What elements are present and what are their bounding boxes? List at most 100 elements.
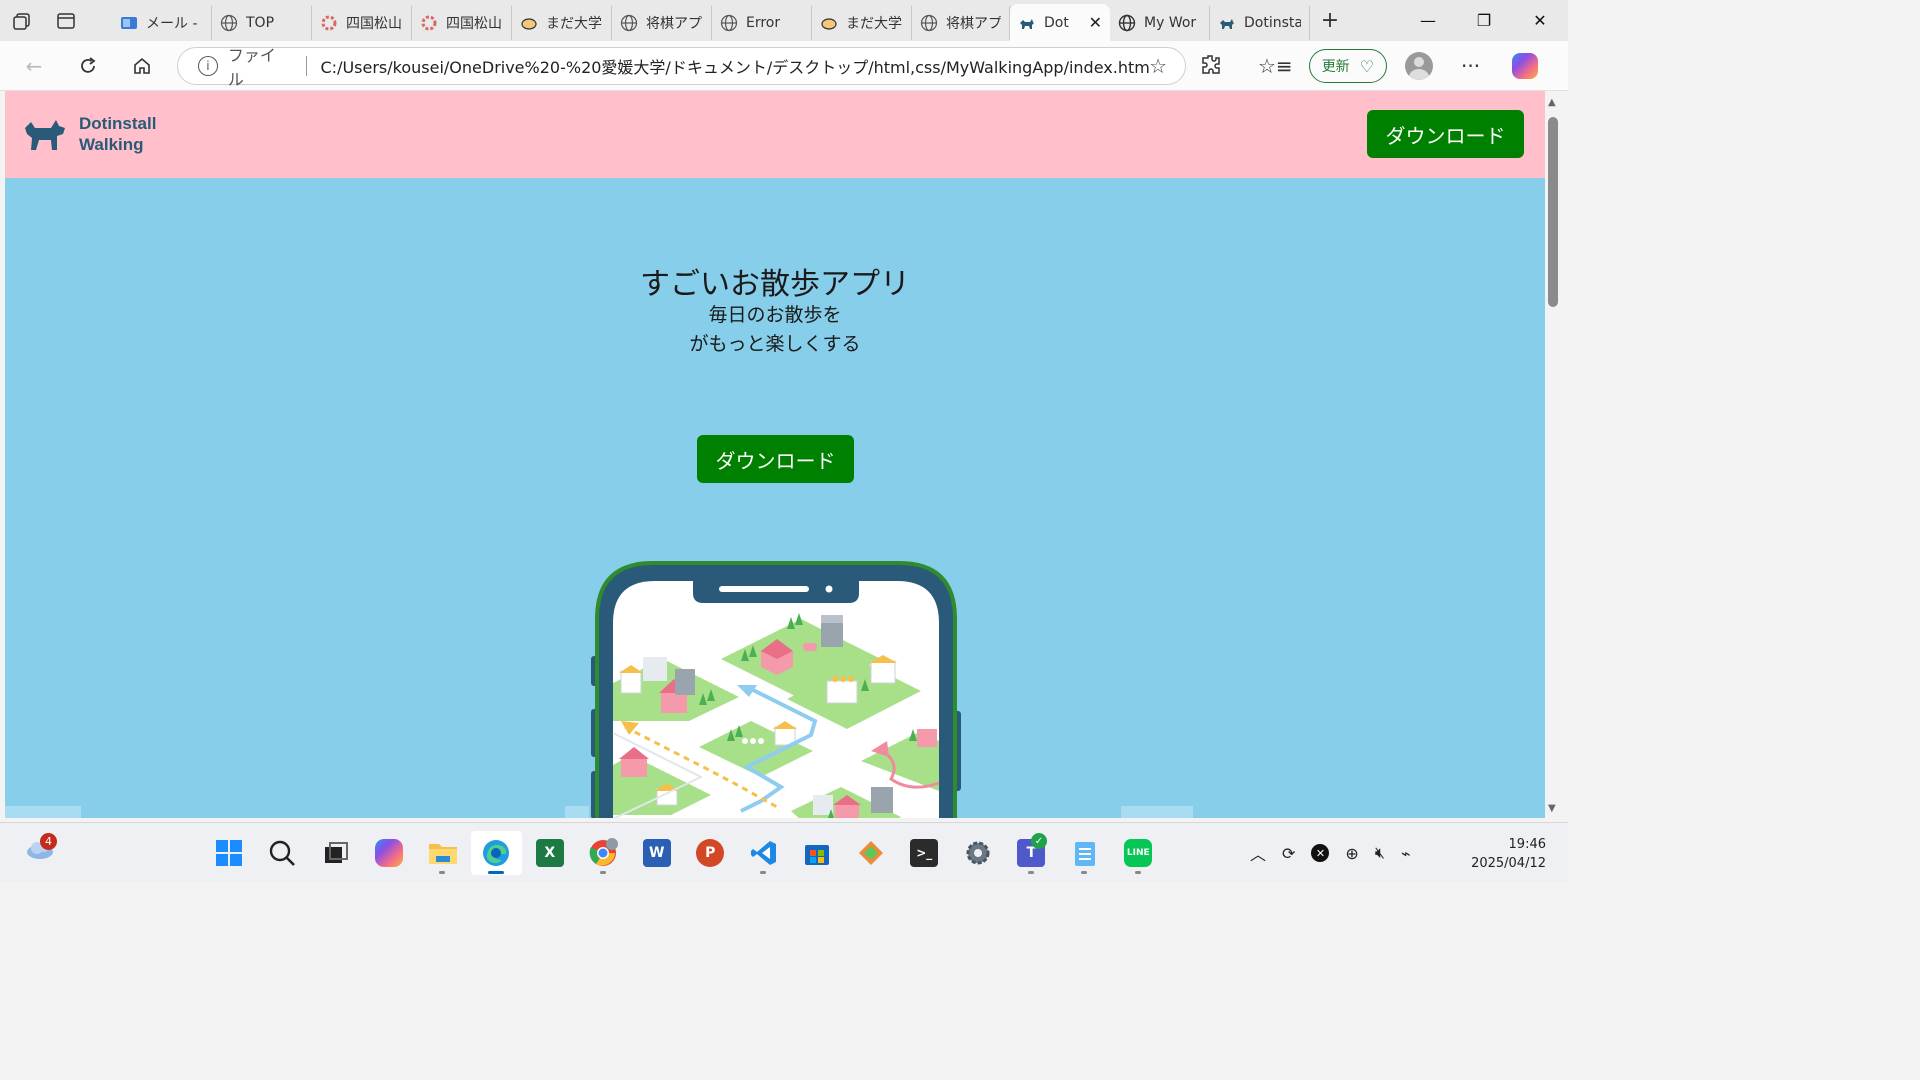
copilot-icon[interactable] xyxy=(1512,53,1539,79)
page-scrollbar[interactable]: ▲ ▼ xyxy=(1545,91,1563,818)
reload-icon[interactable] xyxy=(61,41,115,91)
bottom-section-stub xyxy=(5,806,81,818)
profile-avatar[interactable] xyxy=(1405,52,1434,80)
tab-top[interactable]: TOP xyxy=(212,5,312,40)
start-icon xyxy=(215,840,242,866)
bottom-section-stub xyxy=(565,806,589,818)
word-icon: W xyxy=(642,839,671,867)
taskbar-copilot[interactable] xyxy=(364,831,416,875)
windows-taskbar: 4 X W P >_ T ✓ LINE ︿ ⟳ ✕ ⊕ 🔇︎ ⌁ 19:46 2… xyxy=(0,822,1568,882)
edge-icon xyxy=(483,840,510,866)
store-icon xyxy=(805,845,830,865)
scroll-down-arrow-icon[interactable]: ▼ xyxy=(1548,803,1556,814)
volume-muted-icon[interactable]: 🔇︎ xyxy=(1375,843,1385,863)
restore-icon[interactable]: ❐ xyxy=(1456,0,1512,41)
collections-icon[interactable]: ☆≡ xyxy=(1258,54,1293,78)
taskbar-teams[interactable]: T ✓ xyxy=(1006,831,1058,875)
taskbar-vscode[interactable] xyxy=(738,831,790,875)
favorite-star-icon[interactable]: ☆ xyxy=(1149,54,1167,78)
clock-date: 2025/04/12 xyxy=(1471,856,1546,871)
scheme-label: ファイル xyxy=(227,46,276,89)
taskbar-excel[interactable]: X xyxy=(524,831,576,875)
app-x-icon[interactable]: ✕ xyxy=(1311,844,1330,862)
settings-icon xyxy=(966,841,990,865)
url-text[interactable]: C:/Users/kousei/OneDrive%20-%20愛媛大学/ドキュメ… xyxy=(321,54,1150,78)
tab-myworld[interactable]: My Wor xyxy=(1110,5,1210,40)
chevron-up-icon[interactable]: ︿ xyxy=(1250,841,1266,865)
tab-shogi-2[interactable]: 将棋アプ xyxy=(912,5,1010,40)
tab-error[interactable]: Error xyxy=(712,5,812,40)
pinwheel-icon xyxy=(420,14,438,32)
system-clock[interactable]: 19:46 2025/04/12 xyxy=(1471,835,1546,873)
tab-dotinstall-2[interactable]: Dotinsta xyxy=(1210,5,1310,40)
tab-shikoku-1[interactable]: 四国松山 xyxy=(312,5,412,40)
new-tab-button[interactable]: + xyxy=(1310,0,1350,41)
chrome-icon xyxy=(589,838,619,866)
tab-shikoku-2[interactable]: 四国松山 xyxy=(412,5,512,40)
taskbar-file-explorer[interactable] xyxy=(417,831,469,875)
pinwheel-icon xyxy=(320,14,338,32)
taskbar-edge[interactable] xyxy=(470,831,522,875)
excel-icon: X xyxy=(535,839,564,867)
git-icon xyxy=(858,841,883,865)
taskbar-powerpoint[interactable]: P xyxy=(685,831,737,875)
tab-title: まだ大学 xyxy=(846,15,902,32)
taskbar-terminal[interactable]: >_ xyxy=(899,831,951,875)
tab-title: TOP xyxy=(246,14,275,31)
vertical-tabs-icon[interactable] xyxy=(44,0,88,41)
taskbar-line[interactable]: LINE xyxy=(1113,831,1165,875)
network-globe-icon[interactable]: ⊕ xyxy=(1345,844,1358,863)
minimize-icon[interactable]: — xyxy=(1400,0,1456,41)
taskbar-store[interactable] xyxy=(792,831,844,875)
header-download-button[interactable]: ダウンロード xyxy=(1367,110,1524,158)
browser-tab-bar: メール - U TOP 四国松山 四国松山 まだ大学 将棋アプ Error ま xyxy=(0,0,1568,41)
update-button[interactable]: 更新 ♡ xyxy=(1308,49,1388,83)
scroll-thumb[interactable] xyxy=(1548,117,1558,307)
hero-subtitle-line1: 毎日のお散歩を xyxy=(708,304,842,326)
globe-icon xyxy=(1118,14,1136,32)
vscode-icon xyxy=(750,841,776,865)
bowl-icon xyxy=(820,14,838,32)
info-icon[interactable]: i xyxy=(198,56,218,76)
more-menu-icon[interactable]: ··· xyxy=(1461,54,1480,78)
dog-icon xyxy=(1218,14,1236,32)
browser-toolbar: ← i ファイル C:/Users/kousei/OneDrive%20-%20… xyxy=(0,41,1568,91)
tab-title: 将棋アプ xyxy=(646,15,702,32)
tab-title: メール - U xyxy=(146,15,203,32)
tab-mada-2[interactable]: まだ大学 xyxy=(812,5,912,40)
bowl-icon xyxy=(520,14,538,32)
close-window-icon[interactable]: ✕ xyxy=(1512,0,1568,41)
outlook-icon xyxy=(120,14,138,32)
address-bar[interactable]: i ファイル C:/Users/kousei/OneDrive%20-%20愛媛… xyxy=(177,46,1186,89)
globe-icon xyxy=(220,14,238,32)
back-icon[interactable]: ← xyxy=(7,41,61,91)
taskbar-settings[interactable] xyxy=(952,831,1004,875)
home-icon[interactable] xyxy=(115,41,169,91)
tab-mada-1[interactable]: まだ大学 xyxy=(512,5,612,40)
sync-icon[interactable]: ⟳ xyxy=(1282,844,1295,863)
notepad-icon xyxy=(1074,842,1095,866)
search-button[interactable] xyxy=(257,831,309,875)
tab-dotinstall-active[interactable]: Dot ✕ xyxy=(1010,4,1110,41)
taskbar-chrome[interactable] xyxy=(578,831,630,875)
start-button[interactable] xyxy=(203,831,255,875)
taskbar-git[interactable] xyxy=(845,831,897,875)
task-view-button[interactable] xyxy=(310,831,362,875)
taskbar-notepad[interactable] xyxy=(1059,831,1111,875)
extensions-icon[interactable] xyxy=(1200,53,1222,80)
logo-line2: Walking xyxy=(79,135,144,154)
powerpoint-icon: P xyxy=(696,839,725,867)
tab-title: 四国松山 xyxy=(446,15,502,32)
tab-title: まだ大学 xyxy=(546,15,602,32)
tab-mail[interactable]: メール - U xyxy=(112,5,212,40)
tab-shogi-1[interactable]: 将棋アプ xyxy=(612,5,712,40)
scroll-up-arrow-icon[interactable]: ▲ xyxy=(1548,97,1556,108)
main-download-button[interactable]: ダウンロード xyxy=(697,435,854,483)
close-tab-icon[interactable]: ✕ xyxy=(1089,13,1102,32)
taskbar-word[interactable]: W xyxy=(631,831,683,875)
clock-time: 19:46 xyxy=(1508,837,1546,852)
search-icon xyxy=(270,840,296,866)
battery-icon[interactable]: ⌁ xyxy=(1401,844,1411,863)
site-logo[interactable]: Dotinstall Walking xyxy=(23,113,156,155)
workspaces-icon[interactable] xyxy=(0,0,44,41)
